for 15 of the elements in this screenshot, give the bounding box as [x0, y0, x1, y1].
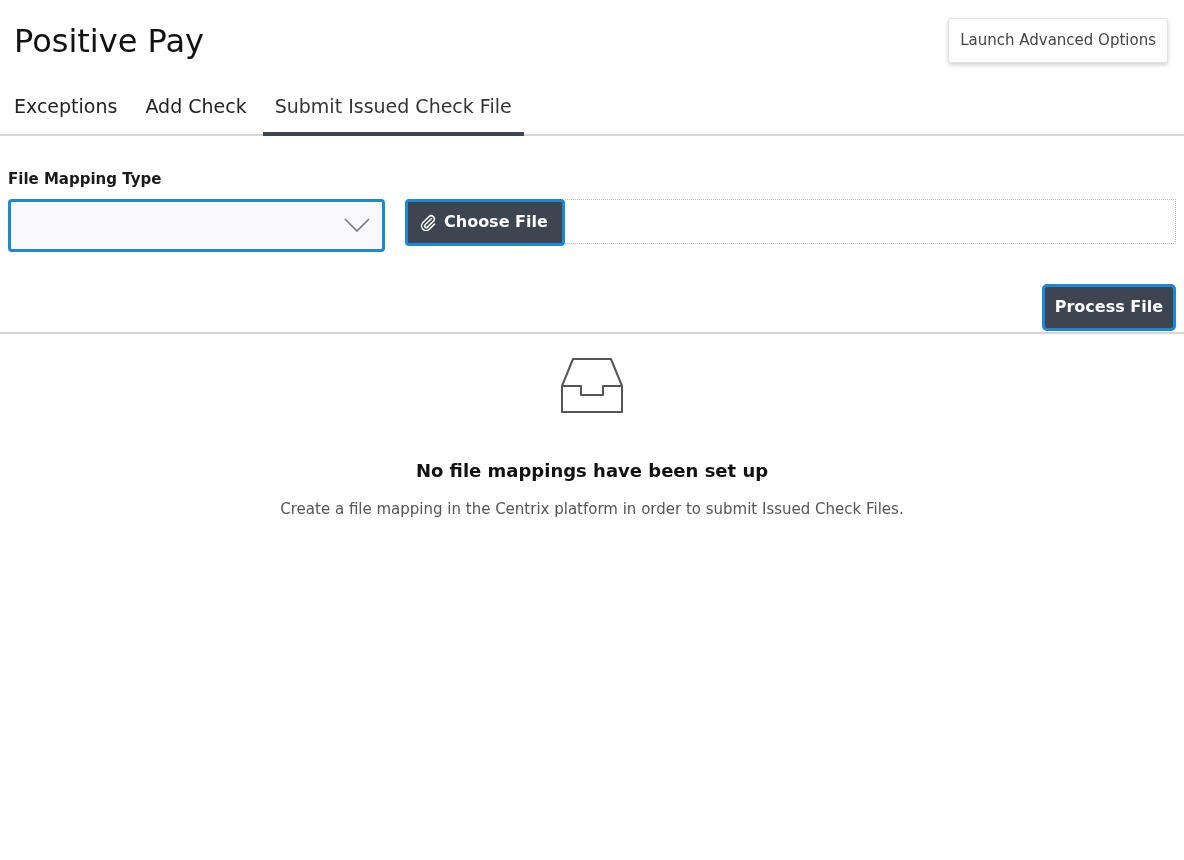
chevron-down-icon: [344, 218, 370, 232]
empty-state-message: Create a file mapping in the Centrix platform in order to submit Issued Check Files.: [280, 499, 904, 520]
page-title: Positive Pay: [14, 22, 204, 61]
tab[interactable]: Submit Issued Check File: [262, 77, 524, 136]
tab[interactable]: Exceptions: [2, 77, 130, 136]
empty-state-title: No file mappings have been set up: [415, 459, 769, 483]
file-mapping-type-select[interactable]: [8, 198, 385, 252]
field-label: File Mapping Type: [8, 169, 162, 190]
tab[interactable]: Add Check: [133, 77, 259, 136]
choose-file-button[interactable]: Choose File: [405, 198, 565, 246]
process-file-button[interactable]: Process File: [1041, 283, 1176, 331]
paperclip-icon: [420, 213, 436, 231]
inbox-tray-icon: [561, 358, 623, 413]
launch-advanced-options-button[interactable]: Launch Advanced Options: [948, 18, 1168, 63]
file-drop-field[interactable]: [564, 198, 1176, 244]
